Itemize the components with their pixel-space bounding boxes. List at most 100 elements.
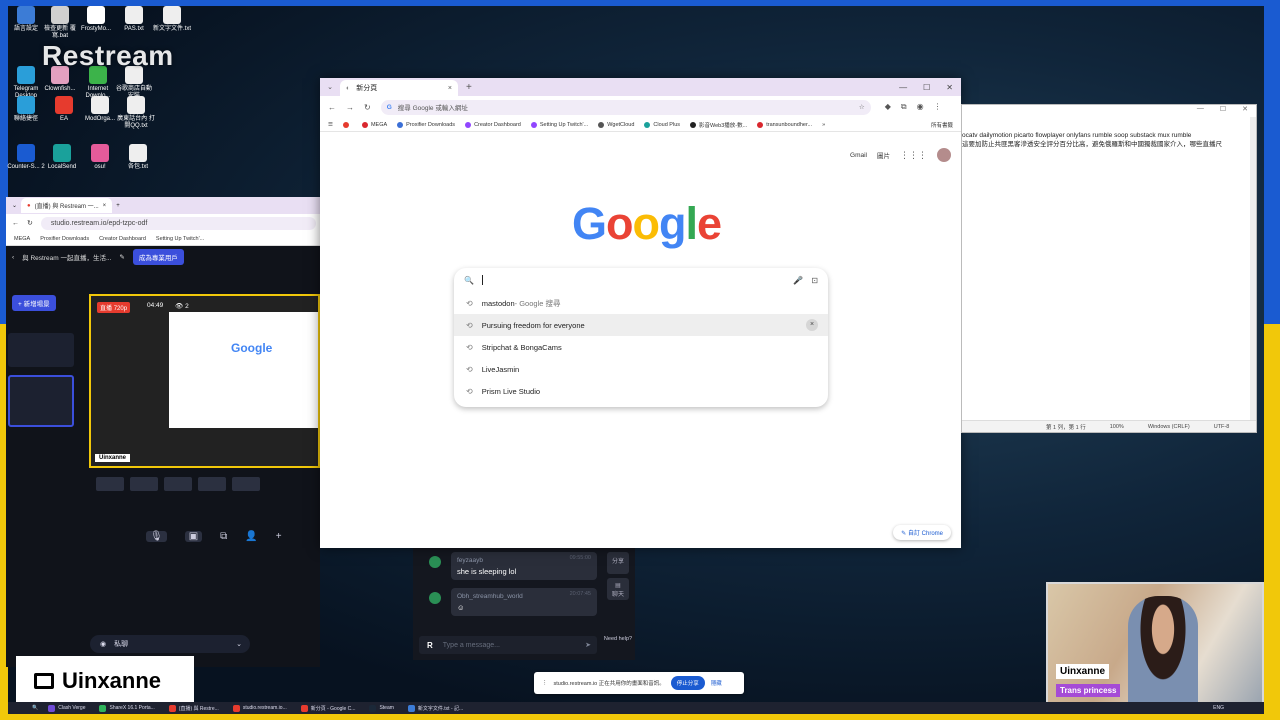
- bookmark-item[interactable]: Setting Up Twitch'...: [530, 121, 588, 128]
- tab-search-icon[interactable]: ⌄: [320, 83, 340, 91]
- maximize-icon[interactable]: ☐: [1220, 105, 1226, 117]
- avatar[interactable]: [937, 148, 951, 162]
- taskbar-item[interactable]: Steam: [365, 704, 397, 712]
- search-icon[interactable]: 🔍: [32, 705, 38, 711]
- desktop-icon[interactable]: EA: [44, 96, 84, 123]
- close-icon[interactable]: ×: [103, 203, 107, 209]
- bookmark-item[interactable]: Proxifier Downloads: [40, 236, 89, 242]
- upgrade-pro-button[interactable]: 成為專業用戶: [132, 249, 184, 265]
- all-bookmarks-button[interactable]: 所有書籤: [931, 121, 953, 129]
- chat-button[interactable]: ▤ 聊天: [607, 578, 629, 600]
- bookmark-item[interactable]: MEGA: [14, 236, 30, 242]
- apps-grid-icon[interactable]: ☰: [328, 122, 333, 128]
- search-suggestion[interactable]: ⟲ Stripchat & BongaCams: [454, 336, 828, 358]
- desktop-icon[interactable]: 檢查更新 覆寫.bat: [40, 6, 80, 40]
- desktop-icon[interactable]: 聯絡捷徑: [6, 96, 46, 123]
- bookmark-item[interactable]: 影音Web3播放-數...: [690, 121, 747, 129]
- microphone-icon[interactable]: 🎙: [146, 531, 167, 542]
- desktop-icon[interactable]: FrostyMo...: [76, 6, 116, 33]
- reload-icon[interactable]: ↻: [27, 219, 33, 227]
- taskbar-item[interactable]: studio.restream.io...: [229, 704, 291, 712]
- scene-card-active[interactable]: [8, 375, 74, 427]
- omnibox[interactable]: G 搜尋 Google 或輸入網址 ☆: [380, 99, 871, 115]
- bookmark-item[interactable]: Creator Dashboard: [465, 121, 521, 128]
- share-button[interactable]: 分享: [607, 552, 629, 574]
- camera-icon[interactable]: ▣: [184, 531, 203, 542]
- minimize-icon[interactable]: —: [1197, 105, 1204, 117]
- layout-option[interactable]: [130, 477, 158, 491]
- desktop-icon[interactable]: PAS.txt: [114, 6, 154, 33]
- desktop-icon[interactable]: LocalSend: [42, 144, 82, 171]
- new-tab-icon[interactable]: +: [466, 82, 472, 93]
- invite-guest-icon[interactable]: 👤: [245, 531, 257, 542]
- language-indicator[interactable]: ENG: [1213, 705, 1224, 711]
- taskbar-item[interactable]: (直播) 與 Restre...: [165, 704, 223, 712]
- layout-option[interactable]: [164, 477, 192, 491]
- back-icon[interactable]: ←: [328, 103, 336, 112]
- drag-handle-icon[interactable]: ⋮: [542, 680, 548, 686]
- bookmark-item[interactable]: transunboundher...: [757, 121, 812, 128]
- more-icon[interactable]: +: [276, 531, 282, 542]
- chrome-tab[interactable]: ◐ 新分頁 ×: [340, 80, 458, 96]
- customize-chrome-button[interactable]: ✎ 自訂 Chrome: [893, 525, 951, 540]
- desktop-icon[interactable]: 新文字文件.txt: [152, 6, 192, 33]
- new-tab-icon[interactable]: +: [116, 203, 120, 209]
- send-icon[interactable]: ➤: [585, 641, 591, 649]
- desktop-icon[interactable]: osu!: [80, 144, 120, 171]
- scrollbar[interactable]: [1250, 117, 1256, 422]
- voice-search-icon[interactable]: 🎤: [793, 276, 803, 285]
- share-screen-icon[interactable]: ⧉: [220, 531, 227, 542]
- hide-bar-button[interactable]: 隱藏: [711, 679, 722, 687]
- chat-input[interactable]: R Type a message... ➤: [419, 636, 597, 654]
- layout-option[interactable]: [96, 477, 124, 491]
- taskbar-item[interactable]: 新分頁 - Google C...: [297, 704, 360, 712]
- layout-option[interactable]: [198, 477, 226, 491]
- lens-icon[interactable]: ⊡: [811, 276, 818, 285]
- scene-card[interactable]: [8, 333, 74, 367]
- back-icon[interactable]: ←: [12, 220, 19, 227]
- search-suggestion[interactable]: ⟲ mastodon - Google 搜尋: [454, 292, 828, 314]
- bookmark-item[interactable]: Creator Dashboard: [99, 236, 146, 242]
- studio-url[interactable]: studio.restream.io/epd-tzpc-odf: [40, 216, 316, 230]
- minimize-icon[interactable]: —: [899, 83, 907, 92]
- layout-option[interactable]: [232, 477, 260, 491]
- tab-dropdown-icon[interactable]: ⌄: [12, 202, 17, 209]
- desktop-icon[interactable]: ModOrga...: [80, 96, 120, 123]
- close-window-icon[interactable]: ✕: [1242, 105, 1248, 117]
- back-chevron-icon[interactable]: ‹: [12, 254, 14, 261]
- add-scene-button[interactable]: + 新增場景: [12, 295, 56, 311]
- incognito-icon[interactable]: ◆: [885, 102, 891, 112]
- bookmark-item[interactable]: Cloud Plus: [644, 121, 680, 128]
- forward-icon[interactable]: →: [346, 103, 354, 112]
- taskbar-item[interactable]: Clash Verge: [44, 704, 89, 712]
- close-window-icon[interactable]: ✕: [946, 83, 953, 92]
- maximize-icon[interactable]: ☐: [923, 83, 930, 92]
- gmail-link[interactable]: Gmail: [850, 152, 867, 159]
- desktop-icon[interactable]: 廣東話台內 打開QQ.txt: [116, 96, 156, 130]
- bookmark-item[interactable]: MEGA: [361, 121, 387, 128]
- taskbar-item[interactable]: 新文字文件.txt - 記...: [404, 704, 467, 712]
- desktop-icon[interactable]: Counter-S... 2: [6, 144, 46, 171]
- reload-icon[interactable]: ↻: [364, 103, 371, 112]
- search-suggestion[interactable]: ⟲ Prism Live Studio: [454, 380, 828, 402]
- private-chat-selector[interactable]: ◉ 私聊 ⌄: [90, 635, 250, 653]
- menu-icon[interactable]: ⋮: [934, 102, 942, 112]
- bookmark-star-icon[interactable]: ☆: [859, 103, 865, 111]
- bookmark-item[interactable]: [342, 121, 352, 128]
- edit-icon[interactable]: ✎: [119, 253, 124, 261]
- help-link[interactable]: Need help?: [601, 636, 635, 642]
- images-link[interactable]: 圖片: [877, 150, 890, 160]
- profile-icon[interactable]: ◉: [917, 102, 924, 112]
- studio-tab[interactable]: ● (直播) 與 Restream 一... ×: [21, 198, 113, 213]
- stop-sharing-button[interactable]: 停止分享: [670, 676, 705, 690]
- bookmark-item[interactable]: WgetCloud: [598, 121, 634, 128]
- taskbar-item[interactable]: ShareX 16.1 Porta...: [95, 704, 158, 712]
- google-apps-icon[interactable]: ⋮⋮⋮: [900, 150, 927, 161]
- search-input[interactable]: 🔍 🎤 ⊡: [454, 268, 828, 292]
- close-icon[interactable]: ×: [448, 85, 452, 92]
- remove-suggestion-icon[interactable]: ×: [806, 319, 818, 331]
- bookmark-item[interactable]: Setting Up Twitch'...: [156, 236, 204, 242]
- search-suggestion[interactable]: ⟲ Pursuing freedom for everyone ×: [454, 314, 828, 336]
- extensions-icon[interactable]: ⧉: [901, 102, 907, 112]
- desktop-icon[interactable]: 各包.txt: [118, 144, 158, 171]
